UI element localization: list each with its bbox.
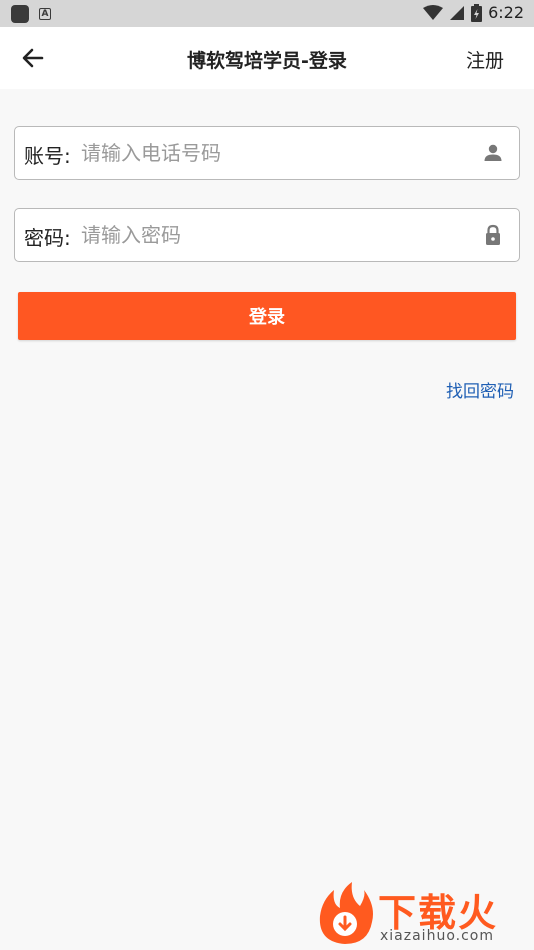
status-bar-system: 6:22 (423, 3, 524, 22)
account-input[interactable] (81, 135, 461, 171)
login-button[interactable]: 登录 (18, 292, 516, 340)
password-field[interactable]: 密码: (14, 208, 520, 262)
forgot-password-link[interactable]: 找回密码 (446, 377, 514, 402)
app-notification-icon (11, 5, 29, 23)
watermark-logo: 下载火 xiazaihuo.com (314, 880, 528, 946)
password-label: 密码: (24, 226, 71, 250)
font-notification-icon: A (39, 8, 51, 20)
password-input[interactable] (81, 217, 461, 253)
app-header: 博软驾培学员-登录 注册 (0, 27, 534, 89)
person-icon (484, 144, 502, 161)
cellular-signal-icon (450, 5, 465, 20)
account-label: 账号: (24, 144, 71, 168)
battery-icon (471, 3, 483, 22)
flame-logo-icon (319, 882, 373, 944)
status-bar-notifications: A (11, 5, 51, 23)
wifi-icon (423, 4, 444, 20)
clock-time: 6:22 (488, 3, 524, 22)
account-field[interactable]: 账号: (14, 126, 520, 180)
register-button[interactable]: 注册 (466, 46, 504, 73)
page-title: 博软驾培学员-登录 (187, 50, 347, 72)
watermark-domain: xiazaihuo.com (380, 928, 494, 944)
lock-icon (486, 224, 500, 245)
status-bar: A 6:22 (0, 0, 534, 27)
